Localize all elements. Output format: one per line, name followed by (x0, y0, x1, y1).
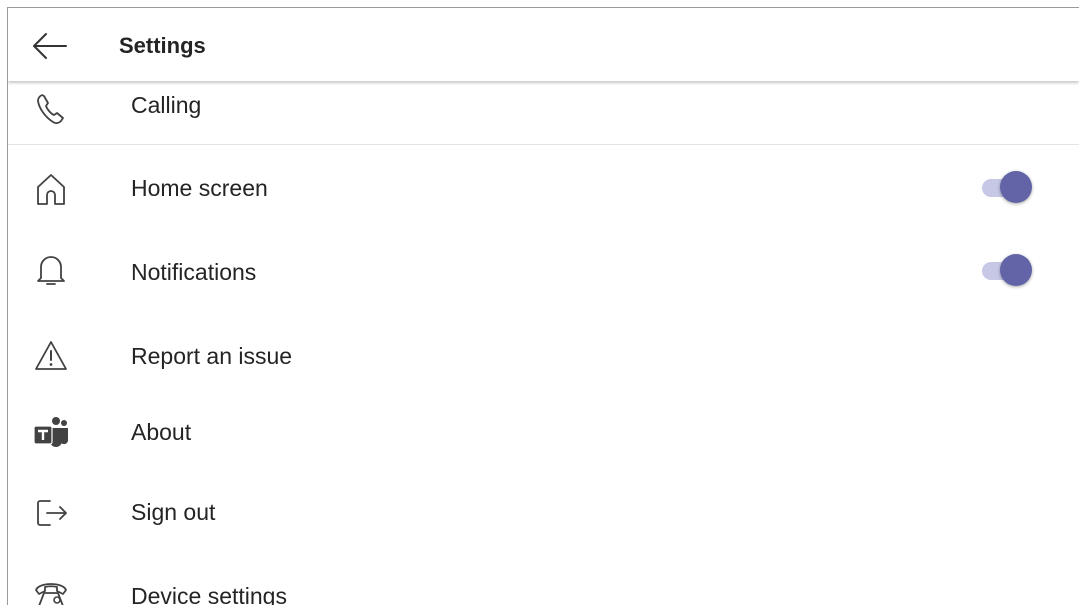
toggle-knob (1000, 171, 1032, 203)
settings-item-calling[interactable]: Calling (8, 83, 1079, 148)
notifications-toggle[interactable] (980, 253, 1034, 287)
settings-item-label: Calling (131, 92, 202, 118)
sign-out-icon (37, 500, 67, 526)
settings-item-label: Notifications (131, 259, 257, 285)
settings-item-device-settings[interactable]: Device settings (8, 563, 1079, 605)
warning-icon (35, 341, 67, 370)
home-icon (37, 174, 65, 205)
settings-item-notifications[interactable]: Notifications (8, 243, 1079, 303)
toggle-knob (1000, 254, 1032, 286)
arrow-left-icon[interactable] (30, 26, 70, 66)
desk-phone-icon (35, 583, 67, 605)
settings-item-label: Report an issue (131, 343, 293, 369)
bell-icon (37, 256, 65, 285)
divider (8, 144, 1079, 145)
settings-item-label: Home screen (131, 175, 268, 201)
phone-icon (37, 94, 64, 124)
teams-logo-icon (33, 417, 69, 447)
settings-item-label: About (131, 419, 192, 445)
settings-item-home-screen[interactable]: Home screen (8, 158, 1079, 218)
settings-item-label: Sign out (131, 499, 216, 525)
settings-item-label: Device settings (131, 583, 287, 605)
header: Settings (8, 8, 1079, 81)
settings-item-sign-out[interactable]: Sign out (8, 483, 1079, 543)
home-screen-toggle[interactable] (980, 170, 1034, 204)
settings-screen: Calling Settings Home screen Notificatio… (7, 7, 1079, 605)
settings-item-about[interactable]: About (8, 405, 1079, 465)
page-title: Settings (119, 33, 206, 58)
settings-item-report-issue[interactable]: Report an issue (8, 326, 1079, 386)
